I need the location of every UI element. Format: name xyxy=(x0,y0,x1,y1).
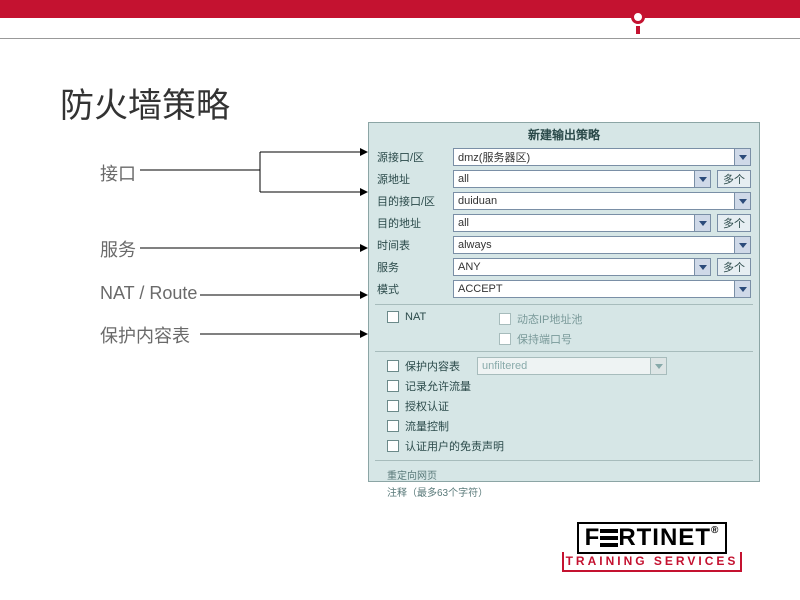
nat-section: NAT 动态IP地址池 保持端口号 xyxy=(369,309,759,347)
label-dst-if: 目的接口/区 xyxy=(377,193,447,209)
row-traffic-shaping: 流量控制 xyxy=(369,416,759,436)
multi-button-src-addr[interactable]: 多个 xyxy=(717,170,751,188)
annotation-profile: 保护内容表 xyxy=(100,322,190,348)
row-dst-interface: 目的接口/区 duiduan xyxy=(369,190,759,212)
row-auth: 授权认证 xyxy=(369,396,759,416)
checkbox-log[interactable] xyxy=(387,380,399,392)
label-dyn-ip: 动态IP地址池 xyxy=(517,311,582,327)
row-action: 模式 ACCEPT xyxy=(369,278,759,300)
multi-button-dst-addr[interactable]: 多个 xyxy=(717,214,751,232)
label-service: 服务 xyxy=(377,259,447,275)
policy-form-panel: 新建输出策略 源接口/区 dmz(服务器区) 源地址 all 多个 目的接口/区… xyxy=(368,122,760,482)
row-dst-addr: 目的地址 all 多个 xyxy=(369,212,759,234)
chevron-down-icon xyxy=(734,193,750,209)
select-dst-addr[interactable]: all xyxy=(453,214,711,232)
label-schedule: 时间表 xyxy=(377,237,447,253)
chevron-down-icon xyxy=(734,237,750,253)
fortinet-logo: FRTINET® TRAINING SERVICES xyxy=(562,522,742,572)
arrow-nat xyxy=(200,285,370,305)
select-src-if[interactable]: dmz(服务器区) xyxy=(453,148,751,166)
checkbox-dyn-ip[interactable] xyxy=(499,313,511,325)
select-schedule[interactable]: always xyxy=(453,236,751,254)
logo-subtitle: TRAINING SERVICES xyxy=(562,552,742,572)
label-log: 记录允许流量 xyxy=(405,378,471,394)
row-src-interface: 源接口/区 dmz(服务器区) xyxy=(369,146,759,168)
chevron-down-icon xyxy=(694,171,710,187)
slide-header-strip xyxy=(0,0,800,30)
page-title: 防火墙策略 xyxy=(60,78,230,127)
chevron-down-icon xyxy=(694,259,710,275)
row-log-allowed: 记录允许流量 xyxy=(369,376,759,396)
select-service[interactable]: ANY xyxy=(453,258,711,276)
multi-button-service[interactable]: 多个 xyxy=(717,258,751,276)
panel-divider xyxy=(375,304,753,305)
decoration-circle-icon xyxy=(631,10,645,24)
chevron-down-icon xyxy=(694,215,710,231)
arrow-profile xyxy=(200,324,370,344)
logo-bars-icon xyxy=(600,529,618,547)
panel-divider xyxy=(375,460,753,461)
label-src-if: 源接口/区 xyxy=(377,149,447,165)
row-disclaimer: 认证用户的免责声明 xyxy=(369,436,759,456)
checkbox-auth[interactable] xyxy=(387,400,399,412)
row-src-addr: 源地址 all 多个 xyxy=(369,168,759,190)
annotation-service: 服务 xyxy=(100,236,136,262)
header-divider xyxy=(0,38,800,39)
logo-brand: FRTINET® xyxy=(577,522,728,554)
label-comment-hint: 注释（最多63个字符） xyxy=(369,482,759,499)
checkbox-shaping[interactable] xyxy=(387,420,399,432)
chevron-down-icon xyxy=(734,149,750,165)
annotation-interface: 接口 xyxy=(100,160,136,186)
select-src-addr[interactable]: all xyxy=(453,170,711,188)
select-action[interactable]: ACCEPT xyxy=(453,280,751,298)
label-keep-port: 保持端口号 xyxy=(517,331,572,347)
arrow-service xyxy=(140,238,370,258)
select-dst-if[interactable]: duiduan xyxy=(453,192,751,210)
label-action: 模式 xyxy=(377,281,447,297)
row-service: 服务 ANY 多个 xyxy=(369,256,759,278)
arrow-interface xyxy=(140,140,370,210)
chevron-down-icon xyxy=(650,358,666,374)
label-src-addr: 源地址 xyxy=(377,171,447,187)
checkbox-disclaimer[interactable] xyxy=(387,440,399,452)
checkbox-nat[interactable] xyxy=(387,311,399,323)
select-profile[interactable]: unfiltered xyxy=(477,357,667,375)
label-disclaimer: 认证用户的免责声明 xyxy=(405,438,504,454)
label-nat: NAT xyxy=(405,311,426,323)
checkbox-profile[interactable] xyxy=(387,360,399,372)
label-auth: 授权认证 xyxy=(405,398,449,414)
annotation-nat: NAT / Route xyxy=(100,283,197,304)
checkbox-keep-port[interactable] xyxy=(499,333,511,345)
chevron-down-icon xyxy=(734,281,750,297)
row-schedule: 时间表 always xyxy=(369,234,759,256)
panel-divider xyxy=(375,351,753,352)
label-redirect: 重定向网页 xyxy=(369,465,759,482)
label-dst-addr: 目的地址 xyxy=(377,215,447,231)
panel-title: 新建输出策略 xyxy=(369,123,759,146)
label-shaping: 流量控制 xyxy=(405,418,449,434)
label-profile: 保护内容表 xyxy=(405,358,471,374)
row-protection-profile: 保护内容表 unfiltered xyxy=(369,356,759,376)
